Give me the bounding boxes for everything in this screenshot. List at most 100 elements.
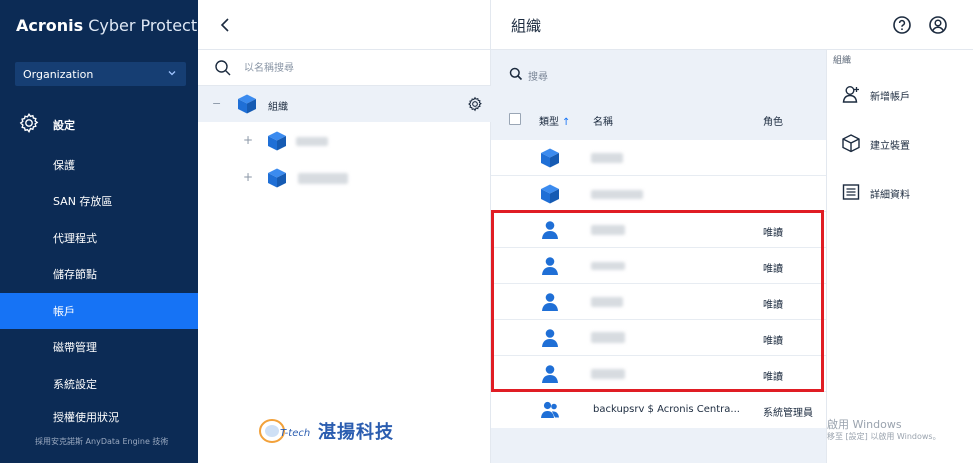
details-button[interactable]: 詳細資料 (827, 172, 973, 212)
organization-select[interactable]: Organization (15, 62, 186, 86)
redacted-name (296, 137, 328, 146)
sidebar-item-settings[interactable]: 設定 (0, 108, 198, 138)
row-role: 唯讀 (763, 228, 783, 239)
tree-search-input[interactable] (244, 58, 444, 78)
search-icon (509, 67, 523, 81)
sidebar-item-label: SAN 存放區 (53, 195, 113, 208)
search-icon (215, 60, 231, 76)
sidebar-item-label: 保護 (53, 159, 75, 172)
table-row[interactable]: 唯讀 (491, 320, 826, 356)
tree-node-child[interactable]: + (198, 123, 491, 159)
cube-icon (268, 168, 286, 188)
table-row[interactable]: 唯讀 (491, 284, 826, 320)
cube-icon (541, 148, 559, 168)
user-icon (542, 221, 558, 239)
tree-search (198, 50, 491, 86)
watermark-logo-icon: T-tech (259, 419, 310, 443)
collapse-toggle[interactable]: − (212, 97, 221, 110)
sidebar-item-system-settings[interactable]: 系統設定 (0, 366, 198, 402)
redacted-name (591, 262, 625, 270)
create-device-button[interactable]: 建立裝置 (827, 123, 973, 163)
expand-toggle[interactable]: + (243, 133, 253, 147)
column-header-type-label: 類型 (539, 117, 559, 128)
cube-icon (238, 94, 256, 114)
sidebar: Acronis Cyber Protect Organization 設定 保護… (0, 0, 198, 463)
table-row[interactable]: 唯讀 (491, 212, 826, 248)
sidebar-item-label: 帳戶 (53, 305, 75, 318)
details-label: 詳細資料 (870, 190, 910, 201)
row-role: 系統管理員 (763, 408, 813, 419)
create-device-label: 建立裝置 (870, 141, 910, 152)
tree-node-child[interactable]: + (198, 160, 491, 196)
account-icon[interactable] (928, 15, 948, 35)
column-header-name[interactable]: 名稱 (593, 113, 613, 128)
tree-node-root[interactable]: − 組織 (198, 86, 491, 122)
main-header: 組織 (491, 0, 973, 50)
gear-icon[interactable] (467, 96, 483, 112)
redacted-name (591, 369, 625, 379)
back-icon[interactable] (218, 16, 234, 34)
sidebar-item-label: 磁帶管理 (53, 341, 97, 354)
brand-name-rest: Cyber Protect (83, 16, 198, 35)
cube-icon (842, 134, 860, 153)
watermark: T-tech 湛揚科技 (258, 418, 394, 444)
sidebar-item-tape-management[interactable]: 磁帶管理 (0, 329, 198, 365)
sidebar-item-protection[interactable]: 保護 (0, 147, 198, 183)
row-name: backupsrv $ Acronis Centra... (593, 404, 740, 415)
user-icon (542, 329, 558, 347)
expand-toggle[interactable]: + (243, 170, 253, 184)
sidebar-item-storage-nodes[interactable]: 儲存節點 (0, 256, 198, 292)
sidebar-item-label: 系統設定 (53, 378, 97, 391)
sidebar-item-label: 代理程式 (53, 232, 97, 245)
list-search-input[interactable]: 搜尋 (528, 68, 548, 83)
column-header-type[interactable]: 類型 ↑ (539, 113, 570, 128)
sidebar-footer: 採用安克諾斯 AnyData Engine 技術 (35, 437, 169, 446)
redacted-name (591, 190, 643, 199)
sidebar-item-agents[interactable]: 代理程式 (0, 220, 198, 256)
gear-icon (19, 113, 39, 134)
sidebar-item-accounts[interactable]: 帳戶 (0, 293, 198, 329)
context-panel: 組織 新增帳戶 建立裝置 詳細資料 啟用 Windows 移至 [設定] 以啟用… (826, 50, 973, 463)
sidebar-item-label: 授權使用狀況 (53, 411, 119, 424)
windows-activation-title: 啟用 Windows (827, 418, 902, 431)
chevron-down-icon (168, 71, 176, 76)
add-account-button[interactable]: 新增帳戶 (827, 74, 973, 114)
table-row[interactable]: backupsrv $ Acronis Centra... 系統管理員 (491, 392, 826, 428)
sort-arrow-icon: ↑ (562, 117, 571, 128)
organization-select-value: Organization (23, 67, 94, 81)
redacted-name (591, 225, 625, 235)
sidebar-item-san-storage[interactable]: SAN 存放區 (0, 183, 198, 219)
table-row[interactable]: 唯讀 (491, 356, 826, 392)
table-row[interactable] (491, 140, 826, 176)
svg-text:T-tech: T-tech (280, 428, 310, 439)
table-row[interactable] (491, 176, 826, 212)
context-panel-title: 組織 (833, 56, 852, 66)
select-all-checkbox[interactable] (509, 113, 521, 125)
details-icon (842, 184, 860, 200)
cube-icon (541, 184, 559, 204)
redacted-name (591, 153, 623, 163)
tree-header (198, 0, 491, 50)
sidebar-item-licenses[interactable]: 授權使用狀況 (0, 402, 198, 432)
watermark-text: 湛揚科技 (318, 422, 394, 443)
tree-panel: − 組織 + + (198, 0, 491, 463)
brand-logo: Acronis Cyber Protect (16, 16, 197, 35)
redacted-name (591, 332, 625, 343)
windows-activation-hint: 移至 [設定] 以啟用 Windows。 (827, 432, 941, 441)
add-user-icon (842, 86, 859, 103)
column-header-role[interactable]: 角色 (763, 113, 783, 128)
table-row[interactable]: 唯讀 (491, 248, 826, 284)
help-icon[interactable] (892, 15, 912, 35)
user-icon (542, 257, 558, 275)
user-icon (542, 293, 558, 311)
row-role: 唯讀 (763, 264, 783, 275)
row-role: 唯讀 (763, 336, 783, 347)
row-role: 唯讀 (763, 372, 783, 383)
redacted-name (591, 297, 623, 307)
sidebar-item-settings-label: 設定 (53, 119, 75, 132)
row-role: 唯讀 (763, 300, 783, 311)
add-account-label: 新增帳戶 (870, 92, 910, 103)
redacted-name (298, 173, 348, 184)
brand-name-bold: Acronis (16, 16, 84, 35)
users-icon (541, 401, 559, 418)
